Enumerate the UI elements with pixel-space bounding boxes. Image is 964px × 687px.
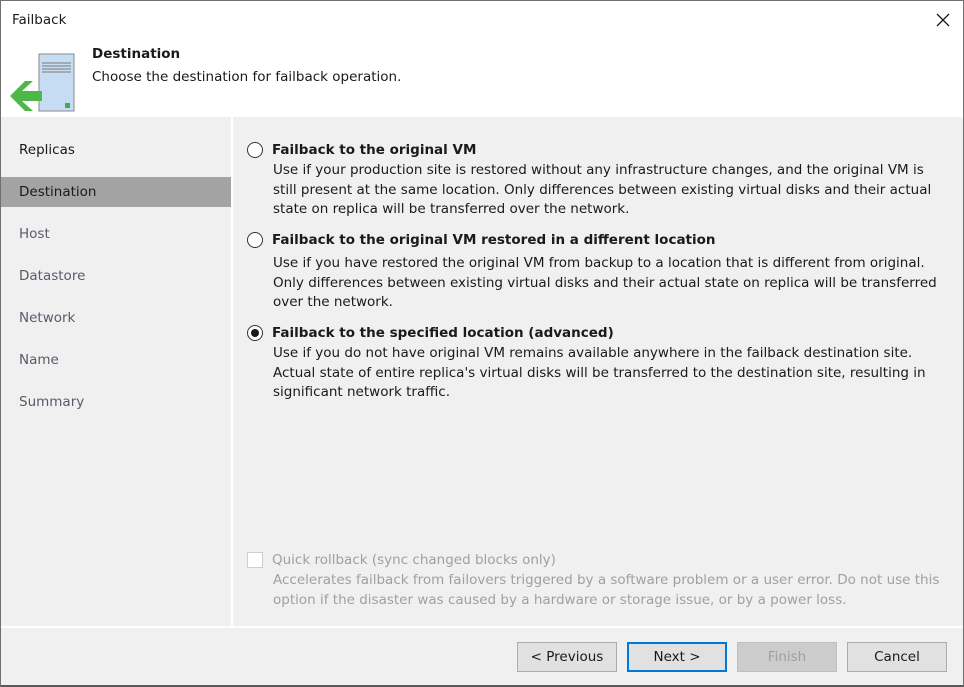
- radio-button[interactable]: [247, 142, 263, 158]
- sidebar-item-summary[interactable]: Summary: [1, 387, 231, 417]
- quick-rollback-option: Quick rollback (sync changed blocks only…: [247, 552, 947, 610]
- option-description: Use if you have restored the original VM…: [273, 255, 937, 310]
- quick-rollback-label: Quick rollback (sync changed blocks only…: [272, 552, 556, 568]
- finish-button: Finish: [737, 642, 837, 672]
- close-button[interactable]: [929, 7, 957, 33]
- sidebar-item-network[interactable]: Network: [1, 303, 231, 333]
- quick-rollback-description: Accelerates failback from failovers trig…: [273, 572, 940, 608]
- sidebar-item-datastore[interactable]: Datastore: [1, 261, 231, 291]
- option-original-vm-different-location: Failback to the original VM restored in …: [247, 232, 947, 313]
- next-button[interactable]: Next >: [627, 642, 727, 672]
- option-specified-location: Failback to the specified location (adva…: [247, 325, 947, 403]
- option-label: Failback to the original VM restored in …: [272, 232, 716, 248]
- step-description: Choose the destination for failback oper…: [92, 69, 402, 85]
- radio-button[interactable]: [247, 232, 263, 248]
- close-icon: [936, 13, 950, 27]
- window-title: Failback: [12, 12, 67, 28]
- sidebar-item-replicas[interactable]: Replicas: [1, 135, 231, 165]
- previous-button[interactable]: < Previous: [517, 642, 617, 672]
- radio-button-selected[interactable]: [247, 325, 263, 341]
- quick-rollback-checkbox-row[interactable]: Quick rollback (sync changed blocks only…: [247, 552, 947, 568]
- wizard-header: Failback Destination Choose the destinat…: [1, 1, 963, 117]
- quick-rollback-checkbox[interactable]: [247, 552, 263, 568]
- option-original-vm: Failback to the original VM Use if your …: [247, 142, 947, 220]
- destination-options-panel: Failback to the original VM Use if your …: [233, 117, 963, 626]
- option-label: Failback to the specified location (adva…: [272, 325, 614, 341]
- server-failback-arrow-icon: [10, 53, 75, 112]
- wizard-steps-sidebar: Replicas Destination Host Datastore Netw…: [1, 117, 231, 626]
- sidebar-item-destination[interactable]: Destination: [1, 177, 231, 207]
- radio-original-vm-different-location[interactable]: Failback to the original VM restored in …: [247, 232, 947, 248]
- footer-separator: [1, 626, 963, 628]
- sidebar-item-host[interactable]: Host: [1, 219, 231, 249]
- option-label: Failback to the original VM: [272, 142, 477, 158]
- radio-original-vm[interactable]: Failback to the original VM: [247, 142, 947, 158]
- radio-specified-location[interactable]: Failback to the specified location (adva…: [247, 325, 947, 341]
- step-title: Destination: [92, 46, 181, 62]
- option-description: Use if your production site is restored …: [273, 162, 932, 217]
- failback-wizard-window: Failback Destination Choose the destinat…: [0, 0, 964, 687]
- option-description: Use if you do not have original VM remai…: [273, 345, 926, 400]
- sidebar-item-name[interactable]: Name: [1, 345, 231, 375]
- cancel-button[interactable]: Cancel: [847, 642, 947, 672]
